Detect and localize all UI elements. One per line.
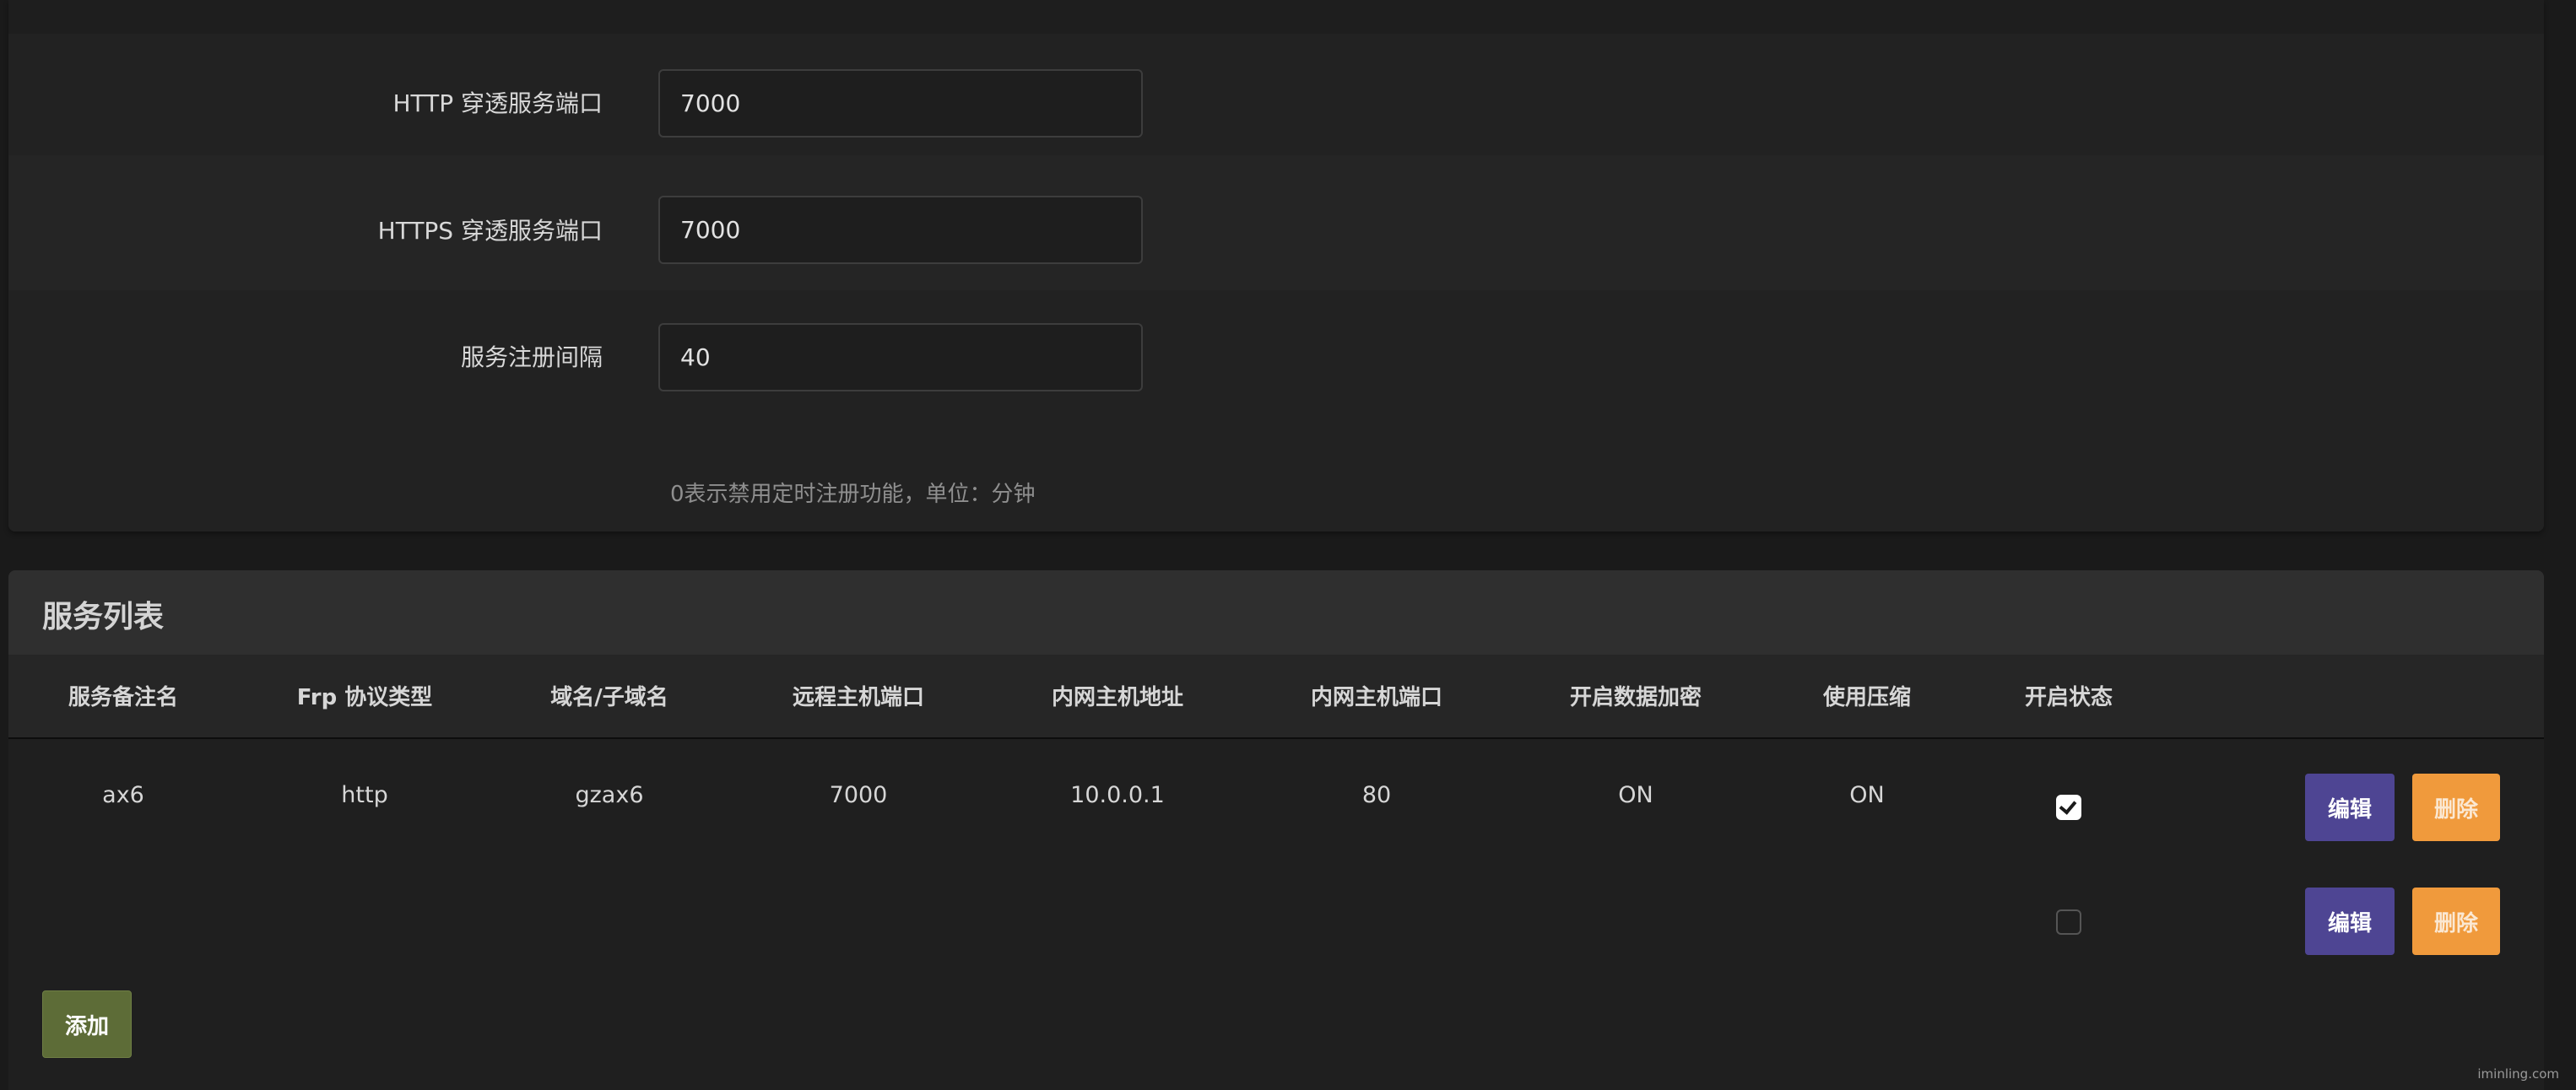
add-button[interactable]: 添加 xyxy=(42,990,132,1058)
service-table-header: 服务备注名 Frp 协议类型 域名/子域名 远程主机端口 内网主机地址 内网主机… xyxy=(8,655,2544,739)
service-list-title: 服务列表 xyxy=(42,600,165,634)
https-port-label: HTTPS 穿透服务端口 xyxy=(377,217,603,245)
status-checkbox[interactable] xyxy=(2056,795,2081,820)
http-port-input[interactable] xyxy=(658,69,1143,138)
column-header-status: 开启状态 xyxy=(2024,685,2113,710)
column-header-compression: 使用压缩 xyxy=(1822,685,1912,710)
watermark: iminling.com xyxy=(2477,1066,2559,1082)
column-header-protocol: Frp 协议类型 xyxy=(296,685,433,710)
cell-remote-port: 7000 xyxy=(829,782,888,808)
https-port-input[interactable] xyxy=(658,196,1143,264)
http-port-label: HTTP 穿透服务端口 xyxy=(392,89,603,117)
delete-button[interactable]: 删除 xyxy=(2412,774,2500,841)
cell-compression: ON xyxy=(1849,782,1885,808)
cell-local-address: 10.0.0.1 xyxy=(1070,782,1165,808)
service-list-header: 服务列表 xyxy=(8,570,2544,655)
table-row: 编辑 删除 xyxy=(8,854,2544,969)
cell-name: ax6 xyxy=(102,782,144,808)
frp-settings-panel: HTTP 穿透服务端口 HTTPS 穿透服务端口 服务注册间隔 0表示禁用定时注… xyxy=(8,0,2544,532)
column-header-domain: 域名/子域名 xyxy=(550,685,668,710)
delete-button[interactable]: 删除 xyxy=(2412,888,2500,955)
checkmark-icon xyxy=(2059,796,2077,815)
column-header-local-address: 内网主机地址 xyxy=(1051,685,1184,710)
cell-encryption: ON xyxy=(1618,782,1653,808)
cell-protocol: http xyxy=(341,782,388,808)
status-checkbox[interactable] xyxy=(2056,909,2081,935)
edit-button[interactable]: 编辑 xyxy=(2305,888,2395,955)
edit-button[interactable]: 编辑 xyxy=(2305,774,2395,841)
register-interval-label: 服务注册间隔 xyxy=(460,343,603,371)
table-row: ax6 http gzax6 7000 10.0.0.1 80 ON ON 编辑… xyxy=(8,739,2544,854)
column-header-remote-port: 远程主机端口 xyxy=(792,685,925,710)
column-header-name: 服务备注名 xyxy=(68,685,179,710)
register-interval-input[interactable] xyxy=(658,323,1143,391)
cell-domain: gzax6 xyxy=(575,782,644,808)
https-port-row: HTTPS 穿透服务端口 xyxy=(8,155,2544,290)
panel-top-strip xyxy=(8,0,2544,34)
register-interval-help: 0表示禁用定时注册功能，单位：分钟 xyxy=(670,482,1036,507)
column-header-encryption: 开启数据加密 xyxy=(1569,685,1702,710)
service-list-panel: 服务列表 服务备注名 Frp 协议类型 域名/子域名 远程主机端口 内网主机地址… xyxy=(8,570,2544,1090)
register-interval-row: 服务注册间隔 xyxy=(8,290,2544,532)
cell-local-port: 80 xyxy=(1361,782,1392,808)
http-port-row: HTTP 穿透服务端口 xyxy=(8,34,2544,155)
column-header-local-port: 内网主机端口 xyxy=(1310,685,1443,710)
